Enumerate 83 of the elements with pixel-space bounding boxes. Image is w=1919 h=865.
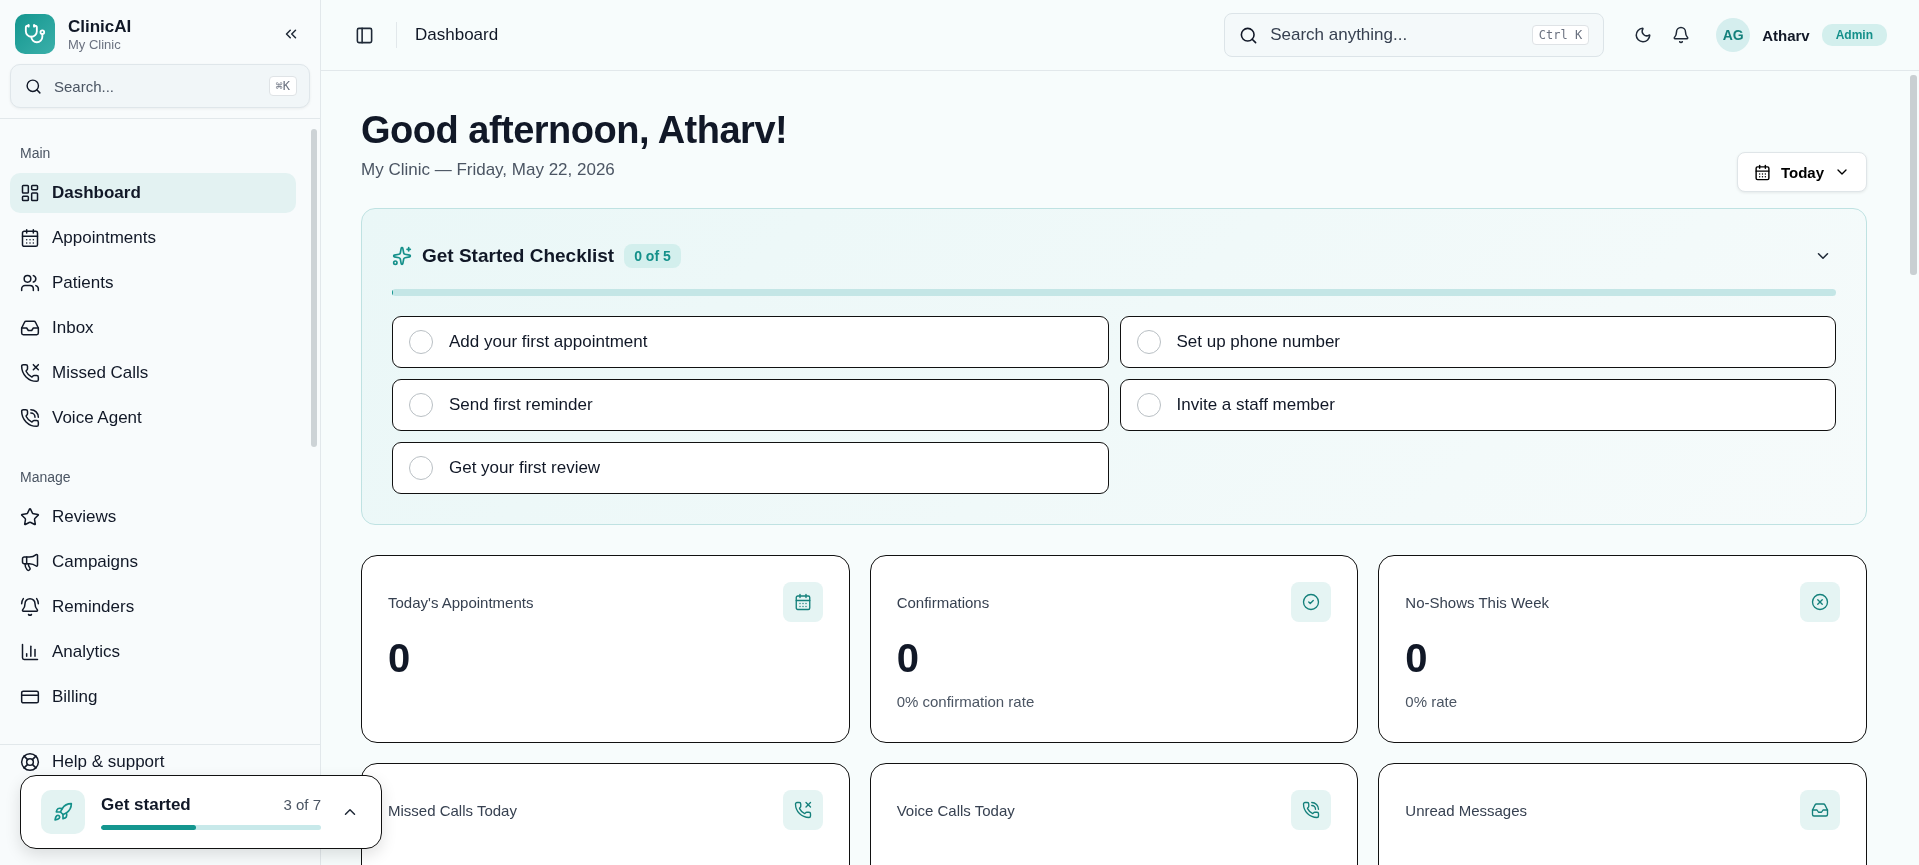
search-field[interactable]: Search... bbox=[52, 76, 259, 96]
bar-chart-icon bbox=[20, 642, 40, 662]
nav-section-title: Manage bbox=[19, 468, 72, 487]
calendar-icon bbox=[1753, 163, 1771, 181]
stat-value: 0 bbox=[1405, 636, 1429, 681]
scrollbar-thumb[interactable] bbox=[311, 129, 317, 447]
stat-title: Unread Messages bbox=[1405, 802, 1528, 819]
nav-item[interactable]: Billing bbox=[10, 677, 296, 717]
shortcut-hint: ⌘K bbox=[268, 76, 297, 96]
search-bar[interactable]: Search... ⌘K bbox=[10, 64, 310, 108]
calendar-icon bbox=[20, 228, 40, 248]
users-icon bbox=[20, 273, 40, 293]
star-icon bbox=[20, 507, 40, 527]
search-field[interactable]: Search anything... bbox=[1268, 24, 1522, 46]
greeting-title: Good afternoon, Atharv! bbox=[361, 109, 788, 152]
phone-call-icon bbox=[20, 408, 40, 428]
checklist-item[interactable]: Get your first review bbox=[392, 442, 1109, 494]
logo-icon bbox=[15, 14, 55, 54]
inbox-icon bbox=[1811, 801, 1829, 819]
search-bar[interactable]: Search anything... Ctrl K bbox=[1224, 13, 1605, 57]
stat-title: Today's Appointments bbox=[388, 594, 534, 611]
search-icon bbox=[1239, 25, 1259, 45]
checklist-item[interactable]: Send first reminder bbox=[392, 379, 1109, 431]
panel-left-icon bbox=[355, 25, 374, 45]
user-avatar[interactable]: AG bbox=[1716, 18, 1751, 52]
checkbox-circle[interactable] bbox=[1136, 393, 1161, 417]
calendar-icon bbox=[793, 593, 812, 611]
rocket-icon bbox=[53, 802, 73, 822]
stat-title: No-Shows This Week bbox=[1405, 594, 1549, 611]
user-name: Atharv bbox=[1762, 26, 1810, 44]
stat-title: Voice Calls Today bbox=[896, 802, 1015, 819]
nav-item[interactable]: Appointments bbox=[10, 218, 296, 258]
popup-count: 3 of 7 bbox=[283, 795, 321, 813]
stat-title: Confirmations bbox=[896, 594, 990, 611]
role-badge: Admin bbox=[1821, 24, 1887, 46]
credit-card-icon bbox=[20, 687, 40, 707]
checkbox-circle[interactable] bbox=[409, 393, 433, 417]
checklist-item[interactable]: Set up phone number bbox=[1119, 316, 1836, 368]
search-icon bbox=[25, 77, 42, 95]
nav-item[interactable]: Reminders bbox=[10, 587, 296, 627]
greeting-subtitle: My Clinic — Friday, May 22, 2026 bbox=[361, 160, 616, 180]
scrollbar-thumb[interactable] bbox=[1910, 75, 1917, 275]
grid-icon bbox=[20, 183, 40, 203]
nav-item[interactable]: Dashboard bbox=[10, 173, 296, 213]
brand-name: ClinicAI bbox=[68, 16, 133, 37]
nav-item[interactable]: Inbox bbox=[10, 308, 296, 348]
bell-icon bbox=[20, 597, 40, 617]
nav-item[interactable]: Voice Agent bbox=[10, 398, 296, 438]
checkbox-circle[interactable] bbox=[409, 456, 433, 480]
page-title: Dashboard bbox=[415, 25, 500, 45]
phone-x-icon bbox=[793, 801, 812, 819]
moon-icon bbox=[1634, 26, 1653, 44]
stat-note: 0% rate bbox=[1405, 693, 1459, 710]
checkbox-circle[interactable] bbox=[1136, 330, 1161, 354]
stat-note: 0% confirmation rate bbox=[896, 693, 1036, 710]
nav-item[interactable]: Analytics bbox=[10, 632, 296, 672]
nav-item[interactable]: Reviews bbox=[10, 497, 296, 537]
nav-item[interactable]: Patients bbox=[10, 263, 296, 303]
bell-icon bbox=[1672, 26, 1691, 44]
nav-section-title: Main bbox=[19, 144, 52, 163]
stat-value: 0 bbox=[388, 636, 412, 681]
nav-item[interactable]: Help & support bbox=[10, 745, 296, 779]
sparkles-icon bbox=[392, 246, 412, 266]
phone-call-icon bbox=[1302, 801, 1321, 819]
inbox-icon bbox=[20, 318, 40, 338]
brand-subtitle: My Clinic bbox=[68, 36, 122, 52]
check-circle-icon bbox=[1302, 593, 1321, 611]
checklist-title: Get Started Checklist bbox=[422, 245, 615, 267]
checklist-item[interactable]: Add your first appointment bbox=[392, 316, 1109, 368]
stat-title: Missed Calls Today bbox=[388, 802, 517, 819]
x-circle-icon bbox=[1811, 593, 1829, 611]
checkbox-circle[interactable] bbox=[409, 330, 433, 354]
lifebuoy-icon bbox=[20, 752, 40, 772]
checklist-count: 0 of 5 bbox=[624, 244, 681, 268]
megaphone-icon bbox=[20, 552, 40, 572]
shortcut-hint: Ctrl K bbox=[1531, 25, 1590, 45]
phone-x-icon bbox=[20, 363, 40, 383]
date-filter-dropdown[interactable]: Today bbox=[1736, 152, 1867, 192]
nav-item[interactable]: Campaigns bbox=[10, 542, 296, 582]
checklist-item[interactable]: Invite a staff member bbox=[1119, 379, 1836, 431]
nav-item[interactable]: Missed Calls bbox=[10, 353, 296, 393]
popup-title: Get started bbox=[101, 794, 191, 815]
stat-value: 0 bbox=[896, 636, 920, 681]
